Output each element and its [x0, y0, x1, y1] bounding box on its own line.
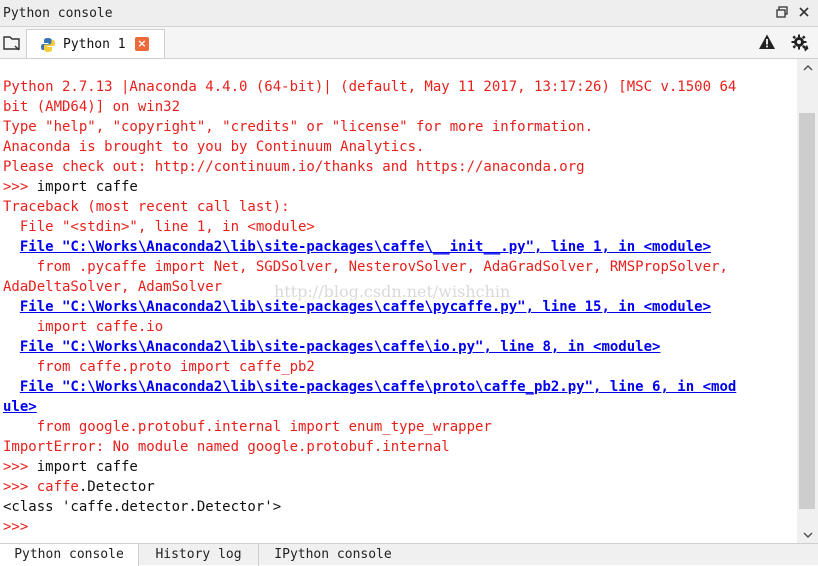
- console-line: File "C:\Works\Anaconda2\lib\site-packag…: [3, 237, 793, 257]
- prompt: >>>: [3, 459, 37, 475]
- console-lines: Python 2.7.13 |Anaconda 4.4.0 (64-bit)| …: [3, 77, 793, 537]
- console-line: import caffe.io: [3, 317, 793, 337]
- console-line: >>> import caffe: [3, 457, 793, 477]
- console-text: from google.protobuf.internal import enu…: [3, 419, 492, 435]
- traceback-file-link[interactable]: File "C:\Works\Anaconda2\lib\site-packag…: [20, 299, 711, 315]
- tab-ipython-console[interactable]: IPython console: [259, 544, 407, 566]
- new-console-icon[interactable]: [2, 34, 22, 52]
- console-line: AdaDeltaSolver, AdamSolver: [3, 277, 793, 297]
- console-text: Please check out: http://continuum.io/th…: [3, 159, 585, 175]
- traceback-file-link[interactable]: File "C:\Works\Anaconda2\lib\site-packag…: [20, 379, 736, 395]
- tab-python-console[interactable]: Python console: [0, 544, 139, 566]
- console-text: from caffe.proto import caffe_pb2: [3, 359, 315, 375]
- console-text: <class 'caffe.detector.Detector'>: [3, 499, 282, 515]
- close-pane-icon[interactable]: [798, 5, 810, 19]
- console-line: Traceback (most recent call last):: [3, 197, 793, 217]
- tab-python-1[interactable]: Python 1 ×: [26, 29, 165, 58]
- undock-icon[interactable]: [776, 5, 788, 19]
- console-text: bit (AMD64)] on win32: [3, 99, 181, 115]
- console-line: Python 2.7.13 |Anaconda 4.4.0 (64-bit)| …: [3, 77, 793, 97]
- tab-close-icon[interactable]: ×: [135, 37, 149, 51]
- warning-icon[interactable]: [758, 33, 776, 51]
- scrollbar-thumb[interactable]: [799, 113, 815, 509]
- console-text: import caffe: [36, 459, 138, 475]
- console-line: File "C:\Works\Anaconda2\lib\site-packag…: [3, 297, 793, 317]
- console-text: .Detector: [78, 479, 155, 495]
- traceback-file-link[interactable]: ule>: [3, 399, 37, 415]
- console-line: from caffe.proto import caffe_pb2: [3, 357, 793, 377]
- console-text: import caffe.io: [3, 319, 164, 335]
- prompt: >>>: [3, 479, 37, 495]
- gear-icon[interactable]: [790, 33, 810, 53]
- tab-label: Python 1: [63, 37, 126, 52]
- console-line: Anaconda is brought to you by Continuum …: [3, 137, 793, 157]
- traceback-file-link[interactable]: File "C:\Works\Anaconda2\lib\site-packag…: [20, 339, 661, 355]
- console-text: Python 2.7.13 |Anaconda 4.4.0 (64-bit)| …: [3, 79, 737, 95]
- console-line: from google.protobuf.internal import enu…: [3, 417, 793, 437]
- console-text: caffe: [36, 479, 79, 495]
- pane-title: Python console: [3, 6, 113, 21]
- python-icon: [40, 37, 56, 53]
- console-line: Type "help", "copyright", "credits" or "…: [3, 117, 793, 137]
- console-line: File "C:\Works\Anaconda2\lib\site-packag…: [3, 337, 793, 357]
- scroll-down-icon[interactable]: [797, 526, 818, 543]
- console-text: import caffe: [36, 179, 138, 195]
- pane-title-bar: Python console: [0, 0, 818, 27]
- console-line: File "<stdin>", line 1, in <module>: [3, 217, 793, 237]
- console-text: from .pycaffe import Net, SGDSolver, Nes…: [3, 259, 728, 275]
- console-line: bit (AMD64)] on win32: [3, 97, 793, 117]
- console-text: ImportError: No module named google.prot…: [3, 439, 450, 455]
- console-line: File "C:\Works\Anaconda2\lib\site-packag…: [3, 377, 793, 397]
- prompt: >>>: [3, 179, 37, 195]
- vertical-scrollbar[interactable]: [797, 59, 818, 543]
- tab-history-log[interactable]: History log: [139, 544, 259, 566]
- prompt: >>>: [3, 519, 37, 535]
- console-text: AdaDeltaSolver, AdamSolver: [3, 279, 223, 295]
- console-line: ule>: [3, 397, 793, 417]
- scroll-up-icon[interactable]: [797, 59, 818, 76]
- console-text: Type "help", "copyright", "credits" or "…: [3, 119, 594, 135]
- console-line: <class 'caffe.detector.Detector'>: [3, 497, 793, 517]
- console-text: Anaconda is brought to you by Continuum …: [3, 139, 425, 155]
- console-line: >>> import caffe: [3, 177, 793, 197]
- console-output[interactable]: Python 2.7.13 |Anaconda 4.4.0 (64-bit)| …: [0, 59, 797, 543]
- console-line: Please check out: http://continuum.io/th…: [3, 157, 793, 177]
- console-line: >>> caffe.Detector: [3, 477, 793, 497]
- console-text: Traceback (most recent call last):: [3, 199, 290, 215]
- console-tab-bar: Python 1 ×: [0, 27, 818, 59]
- traceback-file-link[interactable]: File "C:\Works\Anaconda2\lib\site-packag…: [20, 239, 711, 255]
- bottom-tab-bar: Python console History log IPython conso…: [0, 543, 818, 566]
- console-line: ImportError: No module named google.prot…: [3, 437, 793, 457]
- console-text: File "<stdin>", line 1, in <module>: [3, 219, 315, 235]
- console-line: >>>: [3, 517, 793, 537]
- console-line: from .pycaffe import Net, SGDSolver, Nes…: [3, 257, 793, 277]
